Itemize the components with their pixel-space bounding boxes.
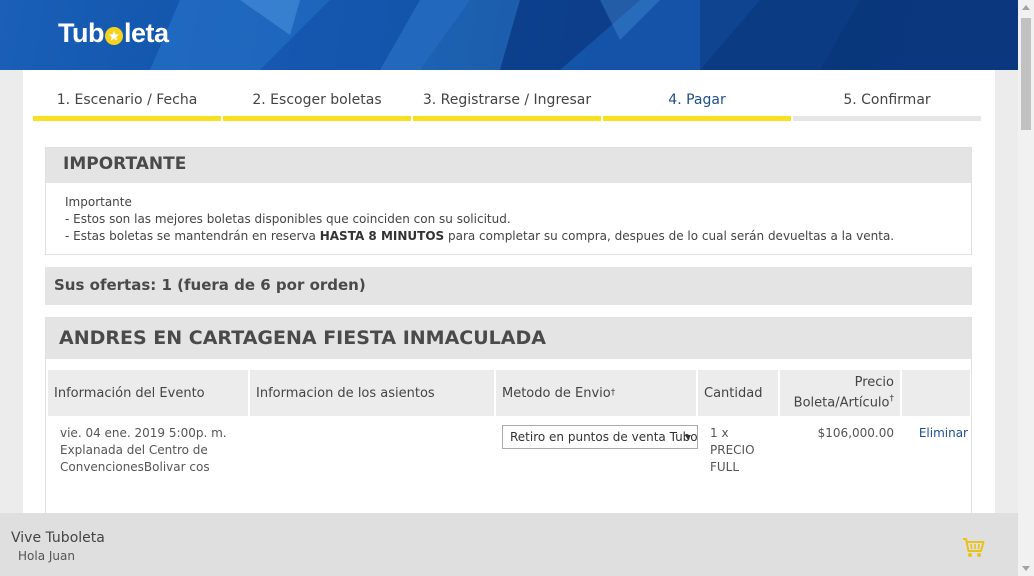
table-row: vie. 04 ene. 2019 5:00p. m. Explanada de… (48, 422, 972, 482)
col-actions (902, 370, 970, 416)
step-escenario-fecha[interactable]: 1. Escenario / Fecha (33, 88, 221, 121)
checkout-page: 1. Escenario / Fecha 2. Escoger boletas … (23, 70, 995, 527)
row-seat-info (250, 422, 494, 482)
col-delivery: Metodo de Envio † (496, 370, 696, 416)
site-footer: Vive Tuboleta Hola Juan (0, 513, 1018, 576)
col-event-info: Información del Evento (48, 370, 248, 416)
important-title: Importante (65, 195, 132, 209)
footer-title: Vive Tuboleta (11, 530, 105, 546)
offers-summary: Sus ofertas: 1 (fuera de 6 por orden) (45, 267, 972, 305)
col-price-line-2-text: Boleta/Artículo (793, 395, 890, 411)
row-remove-cell: Eliminar (902, 422, 970, 482)
event-date: vie. 04 ene. 2019 5:00p. m. (60, 426, 227, 440)
scrollbar-thumb[interactable] (1021, 18, 1031, 130)
important-line-2-start: - Estas boletas se mantendrán en reserva (65, 229, 320, 243)
checkout-steps: 1. Escenario / Fecha 2. Escoger boletas … (33, 88, 983, 121)
delivery-method-value: Retiro en puntos de venta Tubo (510, 430, 698, 444)
col-price: Precio Boleta/Artículo† (780, 370, 900, 416)
important-line-1: - Estos son las mejores boletas disponib… (65, 212, 511, 226)
cart-icon[interactable] (962, 537, 986, 563)
important-time-limit: HASTA 8 MINUTOS (319, 229, 445, 243)
important-notice: IMPORTANTE Importante - Estos son las me… (45, 147, 972, 255)
step-registrarse[interactable]: 3. Registrarse / Ingresar (413, 88, 601, 121)
col-quantity: Cantidad (698, 370, 778, 416)
col-price-line-1: Precio (854, 375, 894, 391)
important-body: Importante - Estos son las mejores bolet… (46, 183, 971, 256)
row-quantity: 1 x PRECIO FULL (710, 426, 755, 474)
scroll-up-arrow-icon[interactable] (1022, 5, 1030, 10)
delivery-method-select[interactable]: Retiro en puntos de venta Tubo (502, 425, 698, 449)
col-price-line-2: Boleta/Artículo† (794, 391, 894, 411)
event-venue: Explanada del Centro de ConvencionesBoli… (60, 443, 210, 474)
remove-link[interactable]: Eliminar (919, 426, 968, 440)
order-table-header: Información del Evento Informacion de lo… (48, 370, 972, 416)
row-price: $106,000.00 (817, 426, 894, 440)
footer-greeting: Hola Juan (18, 549, 75, 563)
tuboleta-logo[interactable]: Tub leta (58, 18, 169, 49)
important-line-2-end: para completar su compra, despues de lo … (444, 229, 895, 243)
col-delivery-mark: † (610, 388, 616, 398)
scroll-down-arrow-icon[interactable] (1022, 566, 1030, 571)
logo-text-start: Tub (58, 18, 104, 48)
step-confirmar: 5. Confirmar (793, 88, 981, 121)
logo-text-end: leta (123, 18, 169, 48)
site-header: Tub leta (0, 0, 1018, 70)
event-order-box: ANDRES EN CARTAGENA FIESTA INMACULADA In… (45, 317, 972, 527)
event-title: ANDRES EN CARTAGENA FIESTA INMACULADA (46, 318, 971, 359)
important-line-2: - Estas boletas se mantendrán en reserva… (65, 228, 952, 245)
step-pagar: 4. Pagar (603, 88, 791, 121)
col-delivery-label: Metodo de Envio (502, 385, 611, 401)
col-seat-info: Informacion de los asientos (250, 370, 494, 416)
page-scrollbar[interactable] (1018, 0, 1034, 576)
row-event-info: vie. 04 ene. 2019 5:00p. m. Explanada de… (48, 422, 248, 482)
step-escoger-boletas[interactable]: 2. Escoger boletas (223, 88, 411, 121)
chevron-down-icon (685, 435, 691, 440)
row-delivery: Retiro en puntos de venta Tubo (496, 422, 698, 482)
logo-star-icon (104, 26, 123, 45)
important-heading: IMPORTANTE (46, 148, 971, 183)
col-price-mark: † (889, 394, 895, 405)
